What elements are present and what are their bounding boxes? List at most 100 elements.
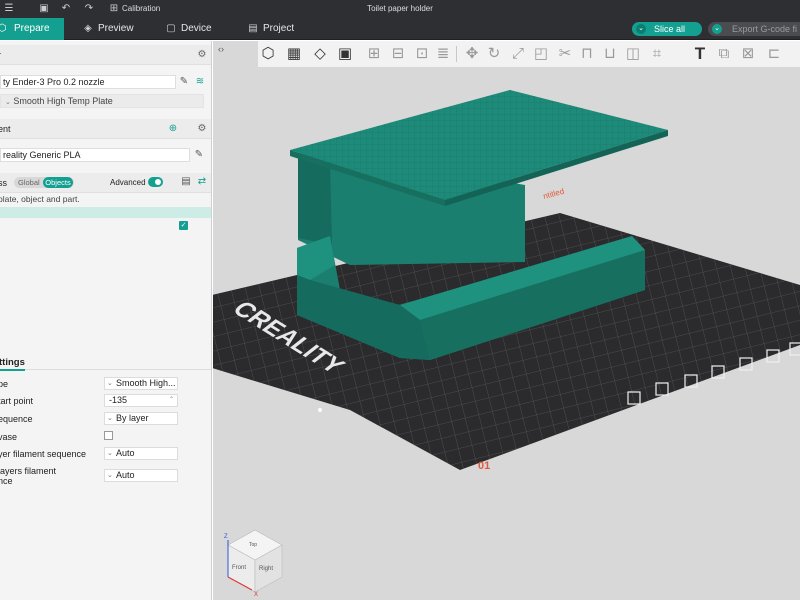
layers-filament-dropdown[interactable]: ⌄ Auto xyxy=(104,469,178,482)
save-icon[interactable]: ▣ xyxy=(38,3,50,15)
settings-icon[interactable]: ⚙ xyxy=(196,49,208,61)
scale-icon[interactable]: ⤢ xyxy=(508,44,528,64)
menu-icon[interactable]: ☰ xyxy=(3,3,15,15)
setting-label: tart point xyxy=(0,396,34,406)
export-gcode-button[interactable]: ⌄ Export G-code fi xyxy=(708,22,800,36)
object-list-row-selected[interactable] xyxy=(0,207,211,218)
plate-name-label[interactable]: ntitled xyxy=(542,187,565,201)
lay-on-face-icon[interactable]: ◰ xyxy=(531,44,551,64)
seam-paint-icon[interactable]: ⊔ xyxy=(600,44,620,64)
setting-label: vase xyxy=(0,432,18,442)
filament-section-header: ent ⊕ ⚙ xyxy=(0,119,211,139)
chevron-down-icon[interactable]: ⌄ xyxy=(636,24,646,34)
advanced-label: Advanced xyxy=(110,178,146,187)
object-check-icon[interactable]: ✓ xyxy=(179,221,188,230)
printer-select[interactable]: ty Ender-3 Pro 0.2 nozzle xyxy=(0,75,176,89)
settings-icon[interactable]: ⚙ xyxy=(196,123,208,135)
split-parts-icon[interactable]: ⊟ xyxy=(388,44,408,64)
objects-option[interactable]: Objects xyxy=(43,177,73,188)
move-icon[interactable]: ✥ xyxy=(462,44,482,64)
collapse-panel-icon[interactable]: ‹› xyxy=(215,43,227,55)
arrange-icon[interactable]: ▣ xyxy=(335,44,355,64)
setting-value: Auto xyxy=(116,448,135,458)
global-option[interactable]: Global xyxy=(18,177,40,188)
sequence-dropdown[interactable]: ⌄ By layer xyxy=(104,412,178,425)
setting-label: pe xyxy=(0,379,9,389)
cube-right-label[interactable]: Right xyxy=(259,566,273,572)
printer-section-header: r ⚙ xyxy=(0,45,211,65)
start-point-input[interactable]: -135 ⌃ xyxy=(104,394,178,407)
title-bar: ☰ ▣ ↶ ↷ ⊞ Calibration Toilet paper holde… xyxy=(0,0,800,18)
cut-icon[interactable]: ✂ xyxy=(555,44,575,64)
setting-label: layers filament xyxy=(0,466,57,476)
add-plate-icon[interactable]: ▦ xyxy=(284,44,304,64)
plate-origin-marker xyxy=(318,408,322,412)
tab-prepare[interactable]: ⬡ Prepare xyxy=(0,18,64,40)
axis-z-label: Z xyxy=(224,534,228,540)
slice-all-button[interactable]: ⌄ Slice all xyxy=(632,22,702,36)
axis-x-label: X xyxy=(254,592,258,598)
assembly-icon[interactable]: ⧉ xyxy=(714,44,734,64)
plate-type-label: Smooth High Temp Plate xyxy=(13,96,113,106)
plate-type-dropdown[interactable]: ⌄ Smooth High... xyxy=(104,377,178,390)
cube-front-label[interactable]: Front xyxy=(232,565,246,571)
tab-settings[interactable]: ttings xyxy=(0,357,25,371)
split-objects-icon[interactable]: ⊞ xyxy=(364,44,384,64)
settings-tab-header: ttings xyxy=(0,357,211,371)
tab-label: Project xyxy=(263,23,295,34)
support-paint-icon[interactable]: ⊓ xyxy=(577,44,597,64)
export-gcode-label: Export G-code fi xyxy=(732,24,798,34)
calibration-icon[interactable]: ⊞ xyxy=(108,3,120,15)
cube-top-label[interactable]: Top xyxy=(249,542,257,548)
emboss-icon[interactable]: ⊠ xyxy=(738,44,758,64)
tab-label: Prepare xyxy=(14,23,50,34)
navigation-cube[interactable]: Top Front Right Z X xyxy=(224,529,283,598)
chevron-down-icon: ⌄ xyxy=(107,472,113,479)
plate-number: 01 xyxy=(478,460,490,472)
rotate-icon[interactable]: ↻ xyxy=(484,44,504,64)
add-object-icon[interactable]: ⬡ xyxy=(258,44,278,64)
window-title: Toilet paper holder xyxy=(367,4,433,13)
viewport-scene[interactable]: ntitled CREALITY 01 Top Front Right Z X xyxy=(213,41,800,600)
setting-value: By layer xyxy=(116,413,149,423)
layer-filament-sequence-dropdown[interactable]: ⌄ Auto xyxy=(104,447,178,460)
compare-icon[interactable]: ⇄ xyxy=(196,176,208,188)
device-icon: ▢ xyxy=(166,23,176,34)
redo-icon[interactable]: ↷ xyxy=(83,3,95,15)
global-objects-switch[interactable]: Global Objects xyxy=(14,177,74,188)
brim-ears-icon[interactable]: ⊏ xyxy=(764,44,784,64)
setting-label: equence xyxy=(0,414,33,424)
plate-type-select[interactable]: ⌄ Smooth High Temp Plate xyxy=(0,94,204,108)
wifi-icon[interactable]: ≋ xyxy=(194,76,206,88)
3d-viewport[interactable]: ntitled CREALITY 01 Top Front Right Z X xyxy=(213,41,800,600)
setting-label: nce xyxy=(0,476,13,486)
slice-all-label: Slice all xyxy=(654,24,686,34)
tab-project[interactable]: ▤ Project xyxy=(245,18,315,40)
edit-icon[interactable]: ✎ xyxy=(193,149,205,161)
undo-icon[interactable]: ↶ xyxy=(60,3,72,15)
list-icon[interactable]: ▤ xyxy=(180,176,192,188)
layout-icon[interactable]: ⊡ xyxy=(412,44,432,64)
setting-label: yer filament sequence xyxy=(0,449,87,459)
process-section-label: ss xyxy=(0,178,7,188)
calibration-menu[interactable]: Calibration xyxy=(122,4,160,13)
tab-device[interactable]: ▢ Device xyxy=(163,18,233,40)
vase-checkbox[interactable] xyxy=(104,431,113,440)
chevron-down-icon: ⌄ xyxy=(5,99,11,106)
color-paint-icon[interactable]: ◫ xyxy=(623,44,643,64)
filament-select[interactable]: reality Generic PLA xyxy=(0,148,190,162)
tab-label: Device xyxy=(181,23,212,34)
text-tool-icon[interactable]: T xyxy=(690,44,710,64)
chevron-down-icon[interactable]: ⌄ xyxy=(712,24,722,34)
project-icon: ▤ xyxy=(248,23,258,34)
filament-section-label: ent xyxy=(0,124,11,134)
tab-preview[interactable]: ◈ Preview xyxy=(80,18,150,40)
spinner-icon[interactable]: ⌃ xyxy=(169,395,174,406)
measure-icon[interactable]: ⌗ xyxy=(647,44,667,64)
add-filament-icon[interactable]: ⊕ xyxy=(167,123,179,135)
advanced-toggle[interactable] xyxy=(148,177,163,187)
edit-icon[interactable]: ✎ xyxy=(178,76,190,88)
auto-orient-icon[interactable]: ◇ xyxy=(310,44,330,64)
left-settings-panel: r ⚙ ty Ender-3 Pro 0.2 nozzle ✎ ≋ ⌄ Smoo… xyxy=(0,41,212,600)
variable-layer-icon[interactable]: ≣ xyxy=(433,44,453,64)
